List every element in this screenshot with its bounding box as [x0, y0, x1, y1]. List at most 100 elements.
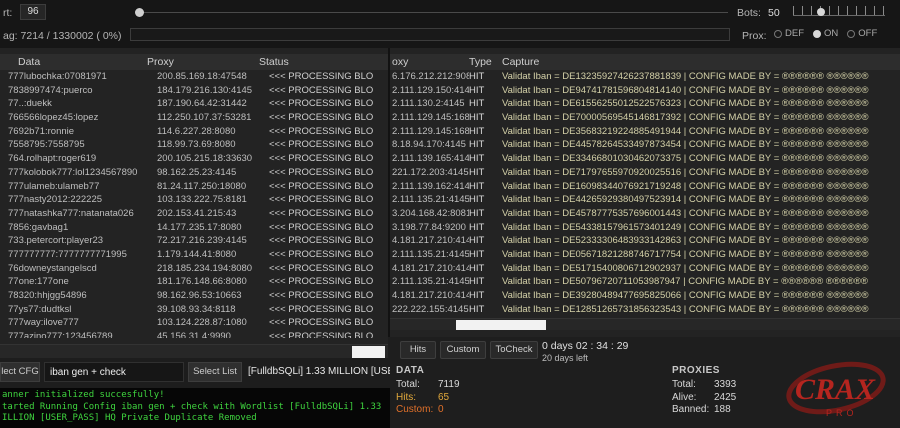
data-table-row[interactable]: 7838997474:puerco 184.179.216.130:4145 <…: [0, 84, 388, 98]
column-header-proxy[interactable]: oxy: [390, 54, 469, 70]
hit-table-row[interactable]: 2.111.129.145:1689 HIT Validat Iban = DE…: [390, 125, 900, 139]
console-line: ILLION [USER_PASS] HQ Private Duplicate …: [2, 413, 388, 425]
row-status: <<< PROCESSING BLO: [269, 330, 388, 338]
right-horizontal-scrollbar[interactable]: [390, 318, 900, 330]
tab-hits[interactable]: Hits: [400, 341, 436, 359]
console-log[interactable]: anner initialized succesfully!tarted Run…: [0, 388, 390, 428]
row-type: HIT: [469, 303, 502, 317]
row-proxy: 118.99.73.69:8080: [157, 138, 269, 152]
runner-data-panel: Data Proxy Status 777lubochka:07081971 2…: [0, 48, 388, 358]
column-header-data[interactable]: Data: [0, 54, 147, 70]
hit-table-row[interactable]: 3.204.168.42:8081 HIT Validat Iban = DE4…: [390, 207, 900, 221]
hit-table-row[interactable]: 2.111.135.21:4145 HIT Validat Iban = DE0…: [390, 248, 900, 262]
row-status: <<< PROCESSING BLO: [269, 193, 388, 207]
row-data: 78320:hhjgg54896: [0, 289, 157, 303]
select-list-button[interactable]: Select List: [188, 362, 242, 382]
select-config-button[interactable]: lect CFG: [0, 362, 40, 382]
row-capture: Validat Iban = DE71797655970920025516 | …: [502, 166, 900, 180]
row-proxy: 2.111.135.21:4145: [390, 248, 469, 262]
elapsed-timer: 0 days 02 : 34 : 29: [542, 340, 628, 352]
bots-slider-thumb[interactable]: [817, 8, 825, 16]
data-table-row[interactable]: 733.petercort:player23 72.217.216.239:41…: [0, 234, 388, 248]
row-status: <<< PROCESSING BLO: [269, 84, 388, 98]
hit-table-row[interactable]: 2.111.135.21:4145 HIT Validat Iban = DE5…: [390, 275, 900, 289]
data-table-row[interactable]: 766566lopez45:lopez 112.250.107.37:53281…: [0, 111, 388, 125]
wordlist-progress-label: ag: 7214 / 1330002 ( 0%): [3, 30, 122, 42]
bots-label: Bots:: [737, 7, 761, 19]
tab-custom[interactable]: Custom: [440, 341, 486, 359]
data-table-row[interactable]: 777lubochka:07081971 200.85.169.18:47548…: [0, 70, 388, 84]
hit-table-row[interactable]: 6.176.212.212:9080 HIT Validat Iban = DE…: [390, 70, 900, 84]
data-table-row[interactable]: 764.rolhapt:roger619 200.105.215.18:3363…: [0, 152, 388, 166]
hit-table-row[interactable]: 2.111.135.21:4145 HIT Validat Iban = DE4…: [390, 193, 900, 207]
row-proxy: 187.190.64.42:31442: [157, 97, 269, 111]
start-slider[interactable]: [140, 12, 728, 13]
data-table-row[interactable]: 77one:177one 181.176.148.66:8080 <<< PRO…: [0, 275, 388, 289]
row-proxy: 8.18.94.170:4145: [390, 138, 469, 152]
right-scrollbar-thumb[interactable]: [456, 320, 546, 330]
left-horizontal-scrollbar[interactable]: [0, 344, 388, 358]
tab-tocheck[interactable]: ToCheck: [490, 341, 538, 359]
row-capture: Validat Iban = DE39280489477695825066 | …: [502, 289, 900, 303]
proxy-total: Total:3393: [672, 379, 736, 392]
hit-table-row[interactable]: 221.172.203:4145 HIT Validat Iban = DE71…: [390, 166, 900, 180]
row-status: <<< PROCESSING BLO: [269, 207, 388, 221]
hit-table-row[interactable]: 4.181.217.210:4145 HIT Validat Iban = DE…: [390, 234, 900, 248]
row-capture: Validat Iban = DE33466801030462073375 | …: [502, 152, 900, 166]
data-table-row[interactable]: 777ulameb:ulameb77 81.24.117.250:18080 <…: [0, 180, 388, 194]
row-proxy: 200.105.215.18:33630: [157, 152, 269, 166]
hit-table-row[interactable]: 2.111.129.150:4145 HIT Validat Iban = DE…: [390, 84, 900, 98]
column-header-type[interactable]: Type: [469, 54, 502, 70]
wordlist-name-label: [FulldbSQLi] 1.33 MILLION [USERPASS: [248, 366, 390, 377]
hit-table-row[interactable]: 3.198.77.84:9200 HIT Validat Iban = DE54…: [390, 221, 900, 235]
data-table-row[interactable]: 777azino777:123456789 45.156.31.4:9990 <…: [0, 330, 388, 338]
top-bar: rt: 96 Bots: 50 ag: 7214 / 1330002 ( 0%)…: [0, 0, 900, 48]
hits-panel: oxy Type Capture 6.176.212.212:9080 HIT …: [390, 48, 900, 337]
start-count-box[interactable]: 96: [20, 4, 46, 20]
proxy-mode-default-radio[interactable]: DEF: [774, 28, 804, 39]
bots-slider[interactable]: [793, 2, 885, 22]
row-data: 77one:177one: [0, 275, 157, 289]
column-header-capture[interactable]: Capture: [502, 54, 900, 70]
data-table-row[interactable]: 7692b71:ronnie 114.6.227.28:8080 <<< PRO…: [0, 125, 388, 139]
hit-table-row[interactable]: 222.222.155:4145 HIT Validat Iban = DE12…: [390, 303, 900, 317]
data-table-row[interactable]: 777nasty2012:222225 103.133.222.75:8181 …: [0, 193, 388, 207]
hit-table-row[interactable]: 4.181.217.210:4145 HIT Validat Iban = DE…: [390, 262, 900, 276]
data-table-row[interactable]: 78320:hhjgg54896 98.162.96.53:10663 <<< …: [0, 289, 388, 303]
row-type: HIT: [469, 152, 502, 166]
data-table-row[interactable]: 76downeystangelscd 218.185.234.194:8080 …: [0, 262, 388, 276]
hit-table-row[interactable]: 8.18.94.170:4145 HIT Validat Iban = DE44…: [390, 138, 900, 152]
data-table-row[interactable]: 77ys77:dudtksl 39.108.93.34:8118 <<< PRO…: [0, 303, 388, 317]
data-table-row[interactable]: 77..:duekk 187.190.64.42:31442 <<< PROCE…: [0, 97, 388, 111]
column-header-proxy[interactable]: Proxy: [147, 54, 259, 70]
data-table-row[interactable]: 777kolobok777:lol1234567890 98.162.25.23…: [0, 166, 388, 180]
left-scrollbar-thumb[interactable]: [352, 346, 385, 358]
row-proxy: 1.179.144.41:8080: [157, 248, 269, 262]
row-capture: Validat Iban = DE94741781596804814140 | …: [502, 84, 900, 98]
data-custom: Custom:0: [396, 404, 460, 417]
proxy-mode-radio-group: DEF ON OFF: [774, 28, 877, 39]
start-slider-thumb[interactable]: [135, 8, 144, 17]
data-table-row[interactable]: 777777777:7777777771995 1.179.144.41:808…: [0, 248, 388, 262]
hit-table-row[interactable]: 2.111.139.165:4145 HIT Validat Iban = DE…: [390, 152, 900, 166]
data-table-row[interactable]: 777way:ilove777 103.124.228.87:1080 <<< …: [0, 316, 388, 330]
proxy-mode-on-radio[interactable]: ON: [813, 28, 838, 39]
data-table-row[interactable]: 7558795:7558795 118.99.73.69:8080 <<< PR…: [0, 138, 388, 152]
row-capture: Validat Iban = DE61556255012522576323 | …: [502, 97, 900, 111]
row-status: <<< PROCESSING BLO: [269, 289, 388, 303]
data-table-row[interactable]: 7856:gavbag1 14.177.235.17:8080 <<< PROC…: [0, 221, 388, 235]
row-status: <<< PROCESSING BLO: [269, 180, 388, 194]
config-name-field[interactable]: [44, 362, 184, 382]
row-type: HIT: [469, 138, 502, 152]
row-status: <<< PROCESSING BLO: [269, 70, 388, 84]
proxy-mode-off-radio[interactable]: OFF: [847, 28, 877, 39]
hit-table-row[interactable]: 2.111.129.145:1689 HIT Validat Iban = DE…: [390, 111, 900, 125]
hit-table-row[interactable]: 2.111.139.162:4145 HIT Validat Iban = DE…: [390, 180, 900, 194]
data-table-row[interactable]: 777natashka777:natanata026 202.153.41.21…: [0, 207, 388, 221]
hit-table-row[interactable]: 2.111.130.2:4145 HIT Validat Iban = DE61…: [390, 97, 900, 111]
hit-table-row[interactable]: 4.181.217.210:4145 HIT Validat Iban = DE…: [390, 289, 900, 303]
data-stats: DATA Total:7119 Hits:65 Custom:0: [396, 365, 460, 417]
column-header-status[interactable]: Status: [259, 54, 388, 70]
row-status: <<< PROCESSING BLO: [269, 221, 388, 235]
row-data: 777lubochka:07081971: [0, 70, 157, 84]
